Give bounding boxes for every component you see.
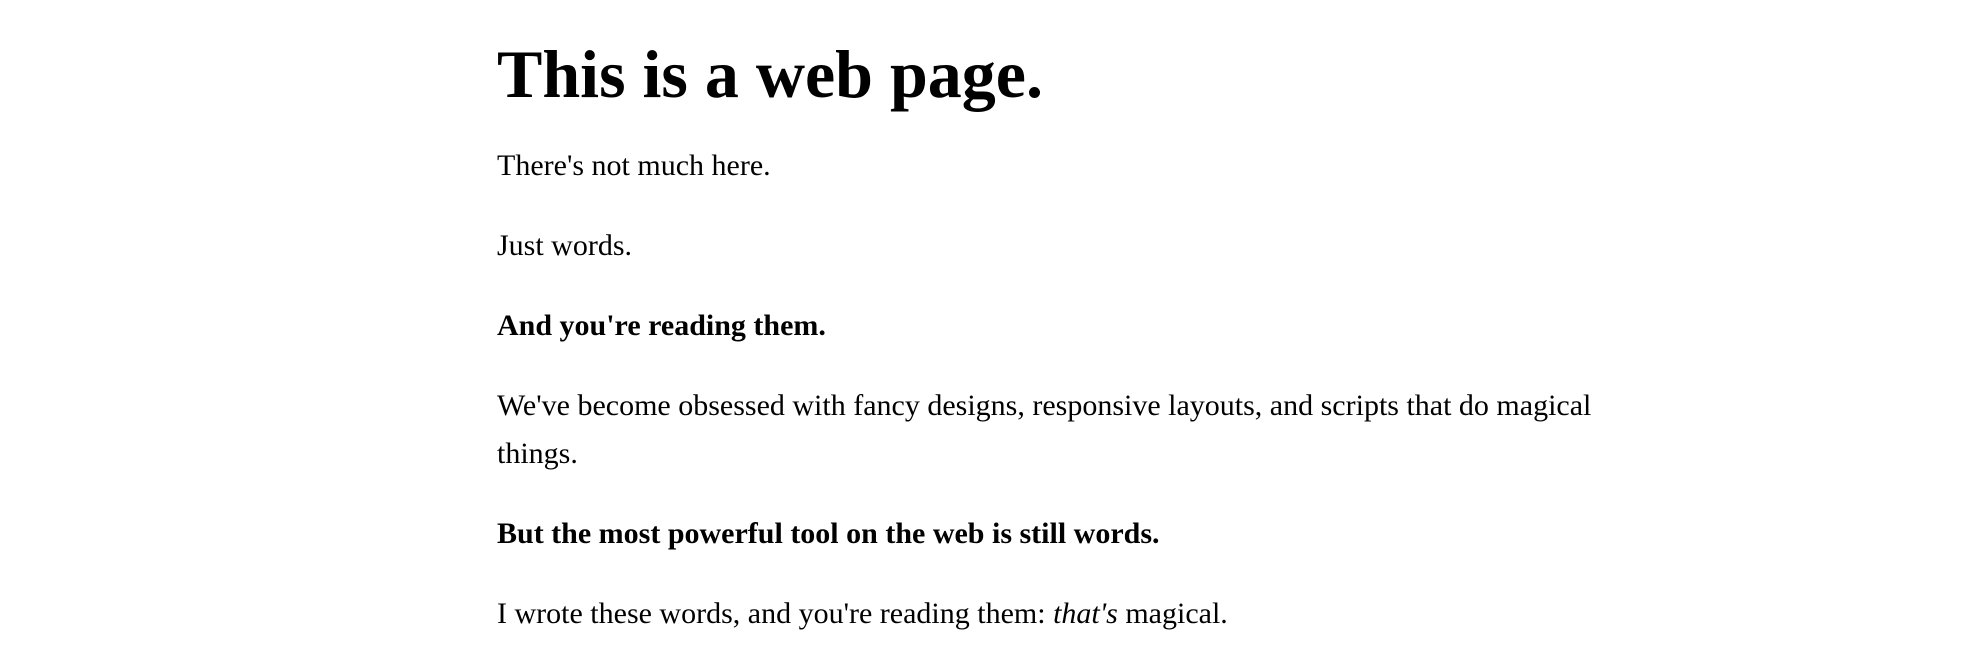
page-title: This is a web page. <box>497 36 1043 112</box>
article-content: This is a web page. There's not much her… <box>497 36 1597 638</box>
bold-reading-them: And you're reading them. <box>497 309 826 342</box>
magical-text-before: I wrote these words, and you're reading … <box>497 597 1054 630</box>
paragraph-reading-them: And you're reading them. <box>497 302 1597 350</box>
paragraph-not-much-here: There's not much here. <box>497 149 771 182</box>
magical-emphasis: that's <box>1053 597 1118 630</box>
paragraph-just-words: Just words. <box>497 229 633 262</box>
magical-text-after: magical. <box>1117 597 1228 630</box>
paragraph-magical: I wrote these words, and you're reading … <box>497 590 1597 638</box>
paragraph-fancy-designs: We've become obsessed with fancy designs… <box>497 389 1592 470</box>
bold-powerful-tool: But the most powerful tool on the web is… <box>497 517 1160 550</box>
paragraph-powerful-tool: But the most powerful tool on the web is… <box>497 510 1597 558</box>
